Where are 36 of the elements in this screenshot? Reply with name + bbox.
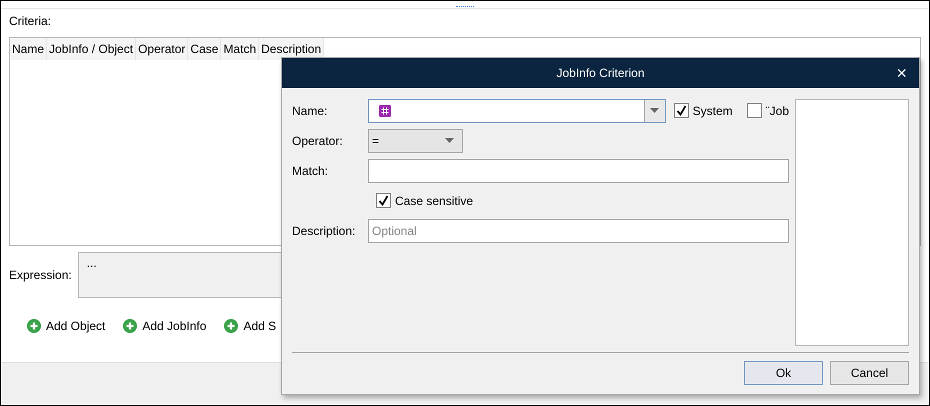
column-header[interactable]: Case	[188, 38, 222, 60]
check-icon	[676, 105, 687, 116]
plus-icon	[123, 319, 138, 333]
dropdown-arrow-icon	[445, 138, 454, 143]
operator-dropdown[interactable]: =	[368, 128, 463, 152]
column-header[interactable]: Match	[221, 38, 260, 60]
match-label: Match:	[292, 164, 330, 178]
add-button[interactable]: Add Object	[27, 319, 106, 333]
expression-label: Expression:	[9, 267, 72, 283]
close-button[interactable]: ×	[892, 63, 911, 83]
match-field[interactable]	[368, 158, 789, 182]
list-box[interactable]	[795, 99, 909, 346]
plus-icon	[27, 319, 41, 333]
hash-icon	[378, 104, 391, 116]
operator-label: Operator:	[292, 134, 344, 148]
system-checkbox[interactable]: System	[674, 103, 733, 118]
dialog-button[interactable]: Ok	[744, 361, 823, 385]
description-field[interactable]: Optional	[368, 218, 789, 242]
check-icon	[378, 195, 389, 206]
column-header[interactable]: Name	[10, 38, 48, 60]
name-label: Name:	[292, 104, 328, 118]
dialog-button[interactable]: Cancel	[830, 361, 909, 385]
dropdown-arrow-icon	[650, 108, 660, 113]
name-combo[interactable]	[368, 98, 666, 122]
splitter-grip[interactable]	[456, 6, 474, 9]
criteria-label: Criteria:	[9, 13, 52, 29]
column-header[interactable]: Operator	[136, 38, 188, 60]
add-button[interactable]: Add JobInfo	[123, 319, 206, 333]
column-header[interactable]: Description	[259, 38, 324, 60]
plus-icon	[224, 319, 238, 333]
case-sensitive-checkbox[interactable]: Case sensitive	[376, 193, 474, 208]
add-button[interactable]: Add S	[224, 319, 276, 333]
description-label: Description:	[292, 224, 356, 238]
column-header[interactable]: JobInfo / Object	[47, 38, 136, 60]
dialog-title: JobInfo Criterion	[556, 66, 645, 80]
job-checkbox[interactable]: ¨Job	[746, 103, 789, 118]
